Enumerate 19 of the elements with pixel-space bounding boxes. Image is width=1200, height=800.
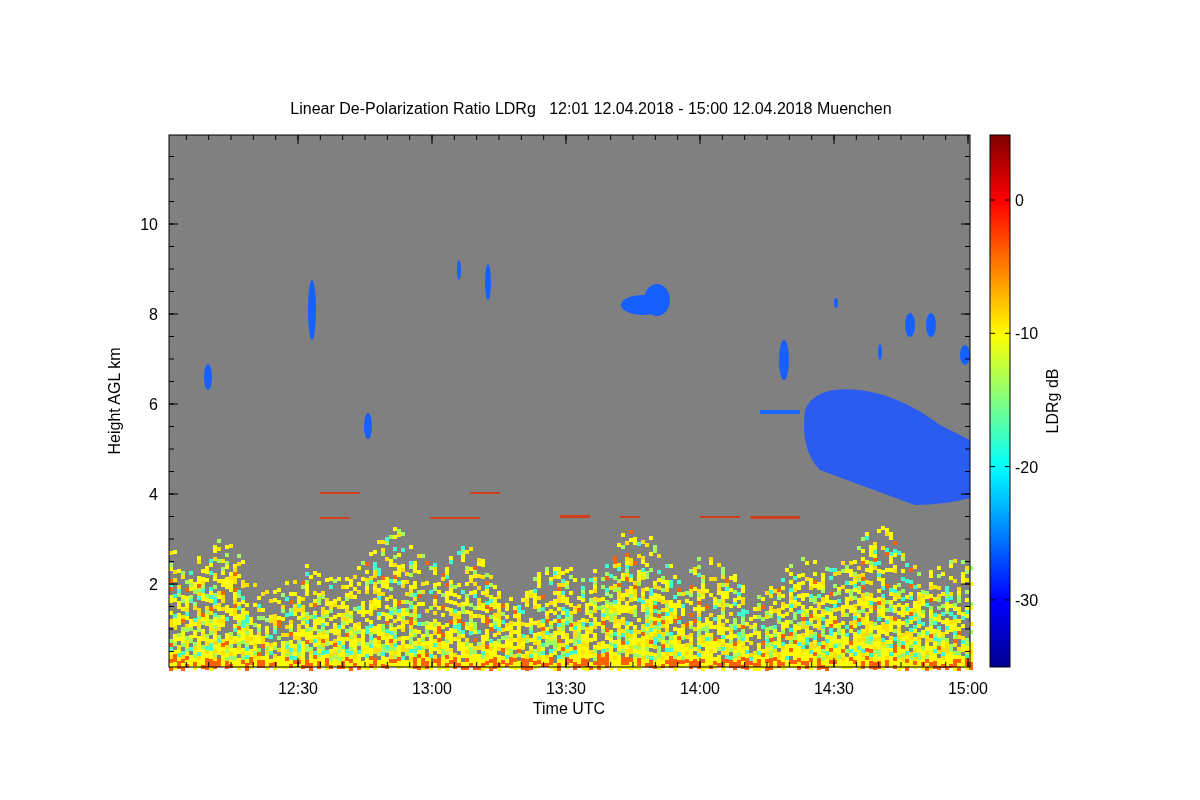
colorbar-tick-label: -10	[1015, 325, 1039, 343]
y-tick-label: 6	[149, 396, 158, 413]
x-tick-label: 14:00	[680, 680, 720, 697]
x-tick-label: 13:30	[546, 680, 586, 697]
x-tick-label: 14:30	[814, 680, 854, 697]
x-axis-label: Time UTC	[532, 700, 606, 717]
colorbar-tick-label: 0	[1015, 192, 1024, 209]
y-axis-label: Height AGL km	[106, 347, 123, 455]
x-tick-label: 15:00	[948, 680, 988, 697]
colorbar-tick-label: -30	[1015, 591, 1039, 609]
y-tick-label: 2	[149, 576, 158, 593]
y-tick-label: 4	[149, 486, 158, 503]
colorbar-label: LDRg dB	[1044, 368, 1061, 434]
colorbar-tick-label: -20	[1015, 458, 1039, 476]
y-tick-label: 10	[140, 216, 158, 233]
x-tick-label: 12:30	[278, 680, 318, 697]
x-tick-label: 13:00	[412, 680, 452, 697]
chart-title: Linear De-Polarization Ratio LDRg 12:01 12.04.2018 - 15:00 12.04.2018 Muenchen	[290, 100, 892, 117]
y-tick-label: 8	[149, 306, 158, 323]
